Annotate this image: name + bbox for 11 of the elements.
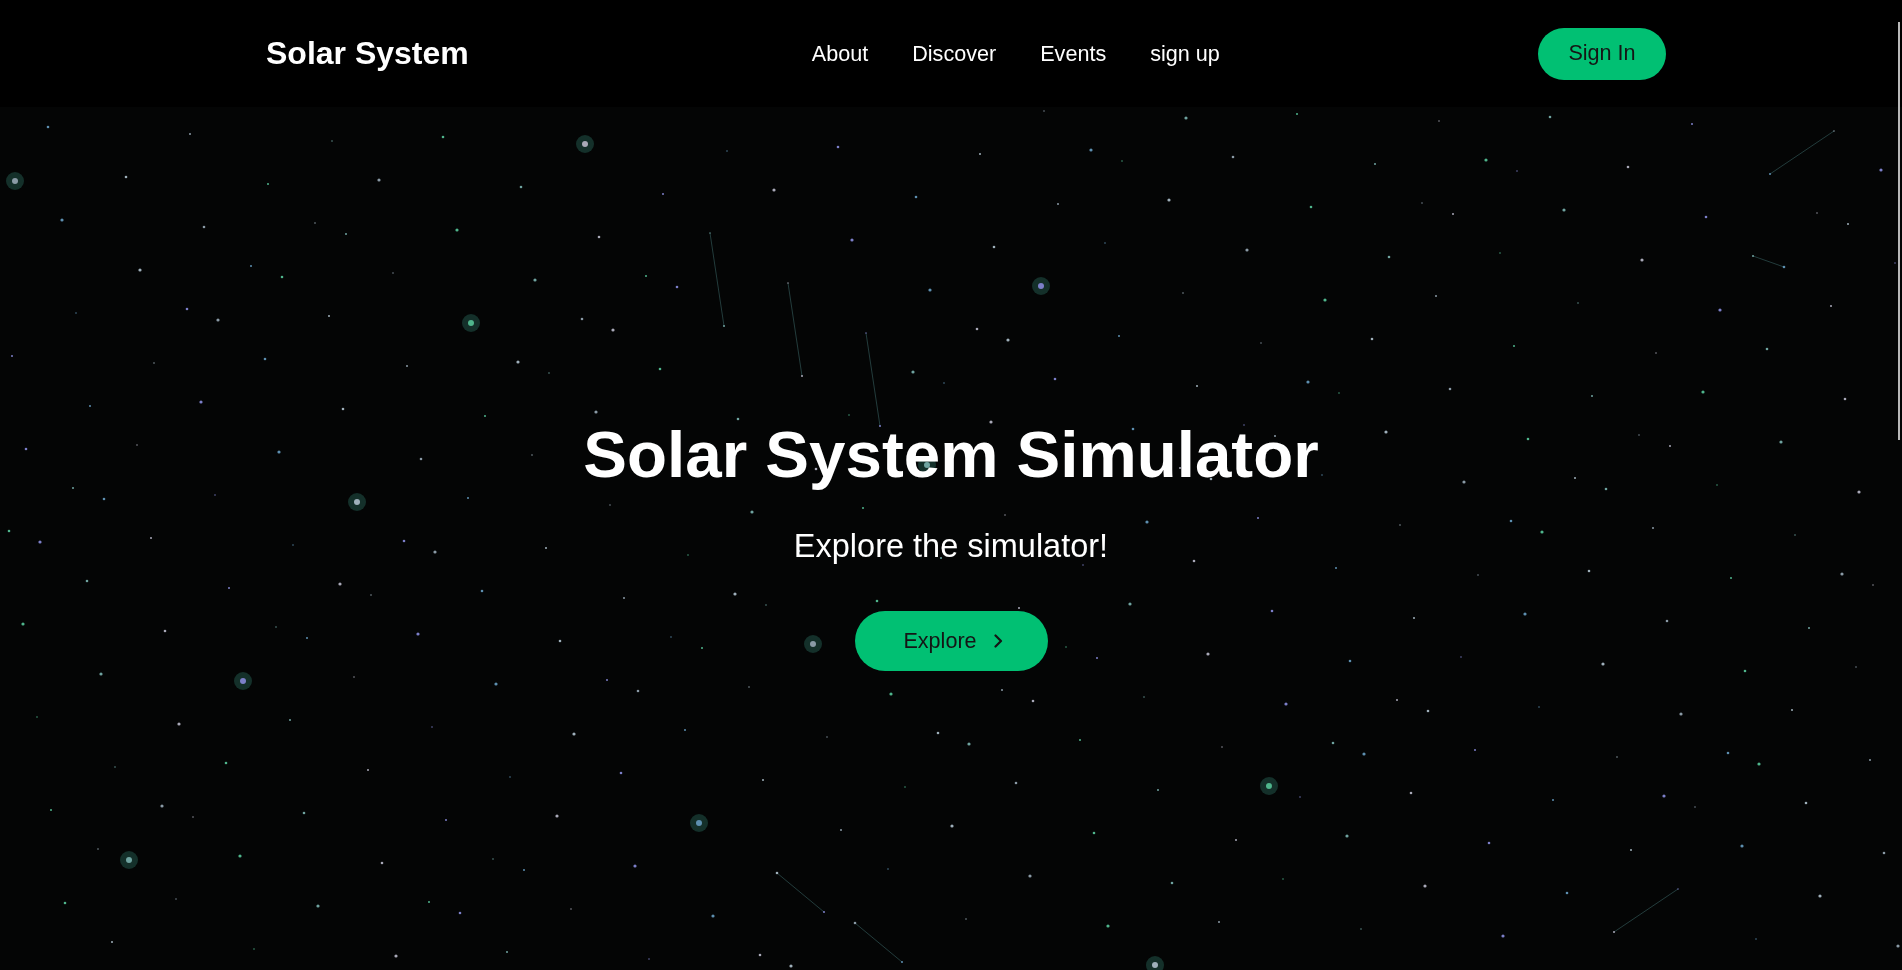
scrollbar-thumb[interactable]: [1898, 22, 1900, 440]
nav-link[interactable]: sign up: [1150, 40, 1220, 67]
hero-title: Solar System Simulator: [583, 416, 1319, 493]
brand-logo-text[interactable]: Solar System: [266, 34, 469, 73]
nav-link[interactable]: About: [811, 40, 869, 67]
chevron-right-icon: [993, 634, 1003, 649]
sign-in-button[interactable]: Sign In: [1538, 27, 1666, 80]
nav-link[interactable]: Discover: [912, 40, 997, 67]
nav-link[interactable]: Events: [1040, 40, 1107, 67]
explore-button[interactable]: Explore: [854, 611, 1048, 672]
hero-subtitle: Explore the simulator!: [793, 527, 1109, 567]
